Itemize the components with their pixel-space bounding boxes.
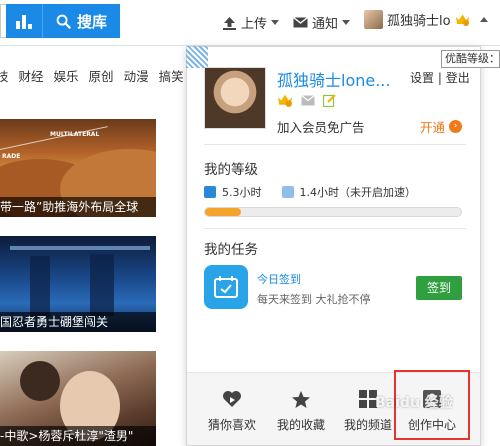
category-nav: 技 财经 娱乐 原创 动漫 搞笑: [0, 66, 184, 85]
thumbnail-label: MULTILATERAL: [50, 131, 100, 138]
level-time-current: 5.3小时: [222, 186, 262, 199]
username-short: 孤独骑士lo: [387, 14, 451, 29]
task-title: 今日签到: [257, 273, 301, 286]
level-time-remaining: 1.4小时（未开启加速）: [299, 186, 417, 199]
user-menu[interactable]: 孤独骑士lo: [364, 10, 488, 29]
category-item[interactable]: 搞笑: [159, 66, 184, 85]
task-description: 每天来签到 大礼抢不停: [257, 293, 371, 306]
video-caption: -中歌>杨蓉斥杜淳"渣男": [0, 426, 156, 446]
user-dropdown-panel: 孤独骑士lone... 设置 | 登出 加入会员免广告 开通 › 我的等级 5.…: [186, 46, 481, 446]
account-links: 设置 | 登出: [410, 69, 470, 86]
upload-icon: [223, 16, 236, 30]
chart-icon[interactable]: [6, 4, 42, 38]
level-tooltip: 优酷等级：: [441, 50, 500, 68]
notify-menu[interactable]: 通知: [293, 13, 351, 32]
calendar-check-icon: [204, 265, 248, 309]
notify-label: 通知: [312, 17, 339, 32]
qr-code-icon[interactable]: [186, 46, 208, 68]
edit-badge-icon[interactable]: [323, 93, 337, 107]
open-vip-link[interactable]: 开通 ›: [420, 117, 463, 136]
video-card[interactable]: -中歌>杨蓉斥杜淳"渣男": [0, 351, 156, 446]
nav-label: 我的频道: [343, 418, 392, 432]
video-caption: 国忍者勇士硼堡闯关: [0, 312, 156, 332]
profile-username[interactable]: 孤独骑士lone...: [277, 67, 390, 91]
chevron-up-icon: [479, 17, 488, 22]
level-progress-fill: [205, 208, 241, 216]
level-times: 5.3小时 1.4小时（未开启加速）: [204, 184, 416, 200]
heart-play-icon: [221, 388, 243, 410]
profile-avatar[interactable]: [204, 67, 266, 129]
crown-icon: [455, 14, 469, 26]
mail-icon: [293, 17, 308, 28]
video-caption: 带一路”助推海外布局全球: [0, 197, 156, 217]
nav-label: 我的收藏: [276, 418, 325, 432]
divider: [204, 228, 466, 229]
level-progress-bar: [204, 207, 462, 217]
nav-label: 猜你喜欢: [207, 418, 256, 432]
chevron-down-icon: [342, 20, 351, 25]
chevron-down-icon: [271, 20, 280, 25]
level-icon: [204, 186, 216, 198]
avatar: [364, 10, 383, 29]
open-vip-label: 开通: [420, 120, 446, 135]
signin-button[interactable]: 签到: [416, 276, 462, 300]
crown-icon[interactable]: [277, 93, 293, 107]
video-card[interactable]: 国忍者勇士硼堡闯关: [0, 236, 156, 332]
search-icon: [56, 14, 71, 29]
upload-menu[interactable]: 上传: [222, 13, 280, 32]
star-icon: [290, 388, 312, 410]
mail-badge-icon[interactable]: [301, 94, 315, 106]
level-next-icon: [281, 186, 294, 198]
top-bar: 搜库 上传 通知 孤独骑士lo: [0, 0, 500, 46]
search-button[interactable]: 搜库: [42, 4, 120, 38]
video-card[interactable]: MULTILATERAL RADE 带一路”助推海外布局全球: [0, 119, 156, 217]
watermark: Baidu 经验: [375, 395, 453, 411]
divider: [204, 144, 466, 145]
link-separator: |: [437, 71, 442, 85]
settings-link[interactable]: 设置: [410, 71, 434, 85]
arrow-right-icon: ›: [449, 120, 463, 133]
category-item[interactable]: 财经: [19, 66, 44, 85]
logout-link[interactable]: 登出: [446, 71, 470, 85]
nav-favorites[interactable]: 我的收藏: [266, 388, 336, 433]
vip-promo: 加入会员免广告: [277, 120, 365, 135]
task-section-title: 我的任务: [204, 242, 258, 258]
category-item[interactable]: 动漫: [124, 66, 149, 85]
category-item[interactable]: 技: [0, 66, 9, 85]
category-item[interactable]: 原创: [89, 66, 114, 85]
upload-label: 上传: [241, 17, 268, 32]
search-button-label: 搜库: [76, 12, 107, 31]
level-section-title: 我的等级: [204, 162, 258, 178]
category-item[interactable]: 娱乐: [54, 66, 79, 85]
thumbnail-label: RADE: [2, 153, 21, 160]
nav-guess-like[interactable]: 猜你喜欢: [197, 388, 267, 433]
badge-row: [277, 93, 337, 107]
